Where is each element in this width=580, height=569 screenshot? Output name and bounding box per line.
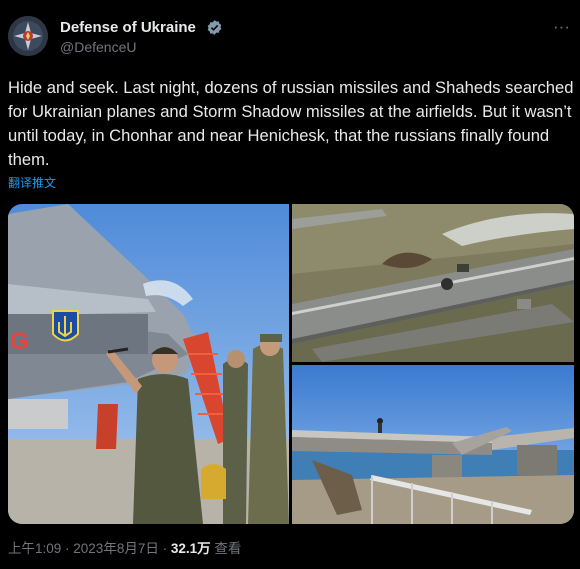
ministry-emblem-icon — [8, 16, 48, 56]
account-handle[interactable]: @DefenceU — [60, 38, 136, 56]
display-name[interactable]: Defense of Ukraine — [60, 19, 196, 37]
meta-separator: · — [61, 541, 74, 556]
photo-jet-signing[interactable]: G — [8, 204, 289, 524]
tweet-date[interactable]: 2023年8月7日 — [73, 541, 159, 556]
photo-collapsed-bridge[interactable] — [292, 365, 574, 524]
translate-link[interactable]: 翻译推文 — [8, 175, 56, 191]
tweet-meta: 上午1:09 · 2023年8月7日 · 32.1万 查看 — [8, 540, 241, 558]
verified-badge-icon — [207, 20, 222, 35]
more-options-button[interactable]: ··· — [553, 18, 570, 36]
meta-separator: · — [158, 541, 171, 556]
views-count[interactable]: 32.1万 — [171, 541, 211, 556]
views-label: 查看 — [210, 541, 242, 556]
photo-damaged-bridge-aerial[interactable] — [292, 204, 574, 362]
jet-letter: G — [10, 328, 29, 355]
tweet-header: Defense of Ukraine @DefenceU ··· — [8, 16, 572, 60]
tweet-text: Hide and seek. Last night, dozens of rus… — [8, 78, 574, 169]
avatar[interactable] — [8, 16, 48, 56]
tweet-time[interactable]: 上午1:09 — [8, 541, 61, 556]
media-grid: G — [8, 204, 574, 524]
